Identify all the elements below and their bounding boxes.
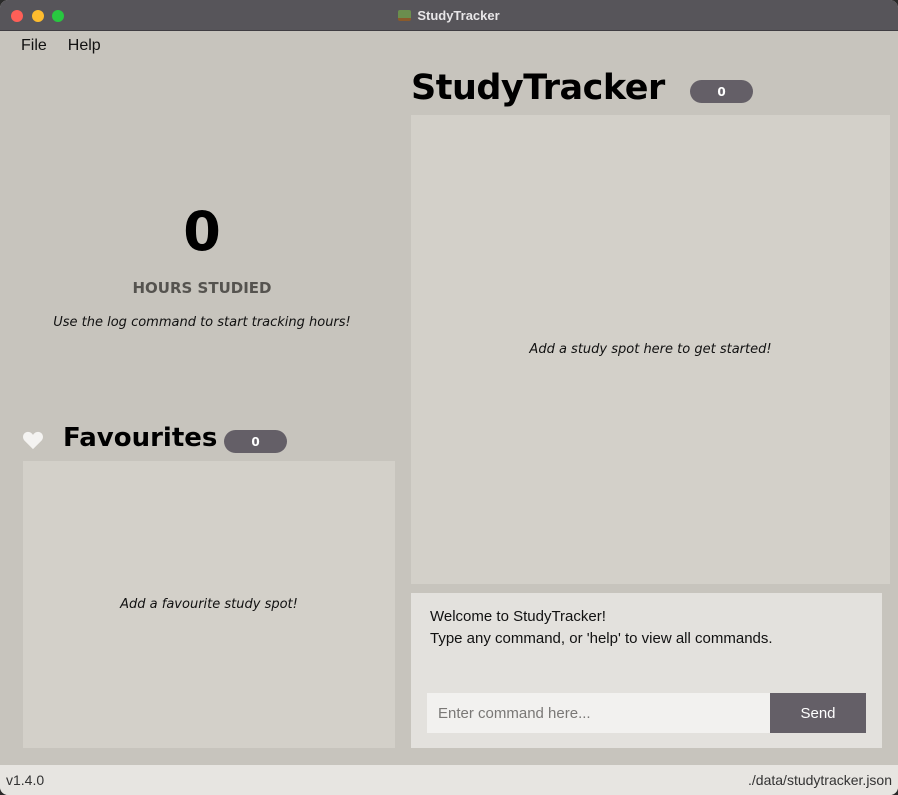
- status-bar: v1.4.0 ./data/studytracker.json: [0, 765, 898, 795]
- favourites-list-panel: Add a favourite study spot!: [23, 461, 395, 748]
- hours-count: 0: [183, 200, 221, 263]
- command-input[interactable]: [427, 693, 770, 733]
- heart-icon: [23, 431, 43, 450]
- study-spots-empty-hint: Add a study spot here to get started!: [529, 342, 772, 357]
- hours-label: HOURS STUDIED: [132, 279, 272, 297]
- favourites-count-badge: 0: [224, 430, 287, 453]
- menu-help[interactable]: Help: [68, 37, 101, 55]
- window-title-wrap: StudyTracker: [0, 0, 898, 31]
- send-button[interactable]: Send: [770, 693, 866, 733]
- welcome-message-line-2: Type any command, or 'help' to view all …: [430, 630, 773, 647]
- app-icon: [398, 10, 412, 21]
- app-window: StudyTracker File Help 0 HOURS STUDIED U…: [0, 0, 898, 795]
- title-bar: StudyTracker: [0, 0, 898, 31]
- menu-file[interactable]: File: [21, 37, 47, 55]
- welcome-message-line-1: Welcome to StudyTracker!: [430, 608, 606, 625]
- version-label: v1.4.0: [6, 772, 45, 788]
- study-spots-list-panel: Add a study spot here to get started!: [411, 115, 890, 584]
- favourites-title: Favourites: [63, 423, 218, 453]
- favourites-empty-hint: Add a favourite study spot!: [120, 597, 298, 612]
- hours-hint: Use the log command to start tracking ho…: [53, 315, 351, 330]
- main-title: StudyTracker: [411, 68, 665, 108]
- window-title: StudyTracker: [417, 8, 500, 23]
- data-file-path: ./data/studytracker.json: [748, 772, 892, 788]
- command-panel: Welcome to StudyTracker! Type any comman…: [411, 593, 882, 748]
- menu-bar: File Help: [0, 31, 898, 61]
- study-spots-count-badge: 0: [690, 80, 753, 103]
